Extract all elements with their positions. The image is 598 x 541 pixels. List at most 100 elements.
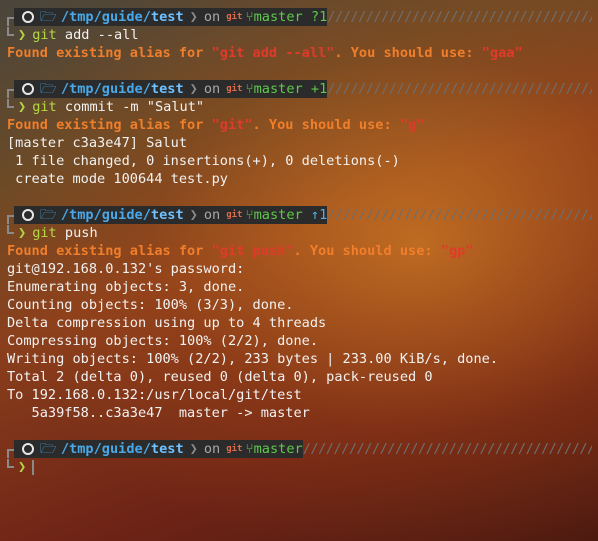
command-name: git <box>32 99 57 115</box>
prompt-frame-corner <box>7 16 14 26</box>
alias-msg-start: Found existing alias for <box>7 45 212 61</box>
command-name: git <box>32 225 57 241</box>
prompt-filler: //////////////////////////////////////// <box>327 81 592 97</box>
path-prefix: /tmp/guide/ <box>60 81 151 97</box>
os-logo-icon <box>22 83 34 95</box>
prompt-segment: 🗁/tmp/guide/test ❯ on git ⑂ master <box>14 440 303 458</box>
prompt-frame-corner <box>7 88 14 98</box>
command-line[interactable]: ❯ git push <box>7 224 98 242</box>
branch-icon: ⑂ <box>245 207 254 223</box>
branch-icon: ⑂ <box>245 441 254 457</box>
folder-icon: 🗁 <box>40 81 57 97</box>
os-logo-icon <box>22 443 34 455</box>
alias-suggestion: "gp" <box>440 243 474 259</box>
branch-icon: ⑂ <box>245 81 254 97</box>
git-icon: git <box>226 444 243 454</box>
alias-msg-start: Found existing alias for <box>7 117 212 133</box>
segment-separator-icon: ❯ <box>189 81 198 97</box>
alias-msg-mid: . You should use: <box>252 117 400 133</box>
prompt-bar: 🗁/tmp/guide/test ❯ on git ⑂ master +1 ///////… <box>7 80 592 98</box>
output-line: 1 file changed, 0 insertions(+), 0 delet… <box>7 153 400 169</box>
alias-command: "git push" <box>211 243 294 259</box>
output-line: Compressing objects: 100% (2/2), done. <box>7 333 318 349</box>
command-line[interactable]: ❯ <box>7 458 35 476</box>
alias-suggestion: "g" <box>399 117 425 133</box>
git-status: ↑1 <box>302 207 328 223</box>
terminal-window[interactable]: 🗁/tmp/guide/test ❯ on git ⑂ master ?1 ///////… <box>0 0 598 541</box>
output-line: Writing objects: 100% (2/2), 233 bytes |… <box>7 351 499 367</box>
current-path: /tmp/guide/test <box>61 206 184 224</box>
output-line: Total 2 (delta 0), reused 0 (delta 0), p… <box>7 369 433 385</box>
on-label: on <box>203 207 221 223</box>
text-cursor[interactable] <box>32 459 35 475</box>
folder-icon: 🗁 <box>40 207 57 223</box>
git-icon: git <box>226 210 243 220</box>
path-prefix: /tmp/guide/ <box>60 441 151 457</box>
prompt-frame-corner <box>7 458 14 468</box>
prompt-arrow-icon: ❯ <box>18 225 27 241</box>
prompt-frame-corner <box>7 98 14 108</box>
output-line: Delta compression using up to 4 threads <box>7 315 327 331</box>
alias-command: "git" <box>211 117 253 133</box>
prompt-filler: //////////////////////////////////////// <box>327 9 592 25</box>
alias-msg-mid: . You should use: <box>334 45 482 61</box>
prompt-frame-corner <box>7 214 14 224</box>
command-line[interactable]: ❯ git add --all <box>7 26 139 44</box>
command-args: commit -m "Salut" <box>56 99 205 115</box>
path-dir: test <box>150 9 184 25</box>
prompt-filler: //////////////////////////////////////// <box>302 441 592 457</box>
output-line: [master c3a3e47] Salut <box>7 135 188 151</box>
current-path: /tmp/guide/test <box>61 440 184 458</box>
command-name: git <box>32 27 57 43</box>
git-icon: git <box>226 84 243 94</box>
current-path: /tmp/guide/test <box>61 8 184 26</box>
os-logo-icon <box>22 11 34 23</box>
output-line: create mode 100644 test.py <box>7 171 228 187</box>
branch-name: master <box>253 9 303 25</box>
segment-separator-icon: ❯ <box>189 441 198 457</box>
alias-msg-start: Found existing alias for <box>7 243 212 259</box>
prompt-segment: 🗁/tmp/guide/test ❯ on git ⑂ master +1 <box>14 80 328 98</box>
output-line: To 192.168.0.132:/usr/local/git/test <box>7 387 302 403</box>
prompt-arrow-icon: ❯ <box>18 99 27 115</box>
path-prefix: /tmp/guide/ <box>60 9 151 25</box>
branch-name: master <box>253 81 303 97</box>
git-status: +1 <box>302 81 328 97</box>
prompt-bar: 🗁/tmp/guide/test ❯ on git ⑂ master ↑1 ///////… <box>7 206 592 224</box>
branch-name: master <box>253 207 303 223</box>
prompt-bar: 🗁/tmp/guide/test ❯ on git ⑂ master //////////… <box>7 440 592 458</box>
git-status: ?1 <box>302 9 328 25</box>
command-args: add --all <box>56 27 139 43</box>
alias-command: "git add --all" <box>211 45 335 61</box>
output-line: Enumerating objects: 3, done. <box>7 279 245 295</box>
branch-icon: ⑂ <box>245 9 254 25</box>
folder-icon: 🗁 <box>40 441 57 457</box>
on-label: on <box>203 81 221 97</box>
command-line[interactable]: ❯ git commit -m "Salut" <box>7 98 204 116</box>
alias-msg-mid: . You should use: <box>293 243 441 259</box>
output-line: 5a39f58..c3a3e47 master -> master <box>7 405 310 421</box>
output-line: git@192.168.0.132's password: <box>7 261 245 277</box>
alias-warning: Found existing alias for "git". You shou… <box>7 116 424 134</box>
segment-separator-icon: ❯ <box>189 9 198 25</box>
alias-suggestion: "gaa" <box>481 45 523 61</box>
prompt-segment: 🗁/tmp/guide/test ❯ on git ⑂ master ?1 <box>14 8 328 26</box>
prompt-filler: //////////////////////////////////////// <box>327 207 592 223</box>
prompt-arrow-icon: ❯ <box>18 459 27 475</box>
branch-name: master <box>253 441 303 457</box>
on-label: on <box>203 441 221 457</box>
prompt-segment: 🗁/tmp/guide/test ❯ on git ⑂ master ↑1 <box>14 206 328 224</box>
prompt-frame-corner <box>7 224 14 234</box>
prompt-bar: 🗁/tmp/guide/test ❯ on git ⑂ master ?1 ///////… <box>7 8 592 26</box>
path-dir: test <box>150 81 184 97</box>
prompt-arrow-icon: ❯ <box>18 27 27 43</box>
prompt-frame-corner <box>7 448 14 458</box>
prompt-frame-corner <box>7 26 14 36</box>
command-args: push <box>56 225 98 241</box>
current-path: /tmp/guide/test <box>61 80 184 98</box>
alias-warning: Found existing alias for "git add --all"… <box>7 44 523 62</box>
alias-warning: Found existing alias for "git push". You… <box>7 242 474 260</box>
on-label: on <box>203 9 221 25</box>
output-line: Counting objects: 100% (3/3), done. <box>7 297 294 313</box>
segment-separator-icon: ❯ <box>189 207 198 223</box>
